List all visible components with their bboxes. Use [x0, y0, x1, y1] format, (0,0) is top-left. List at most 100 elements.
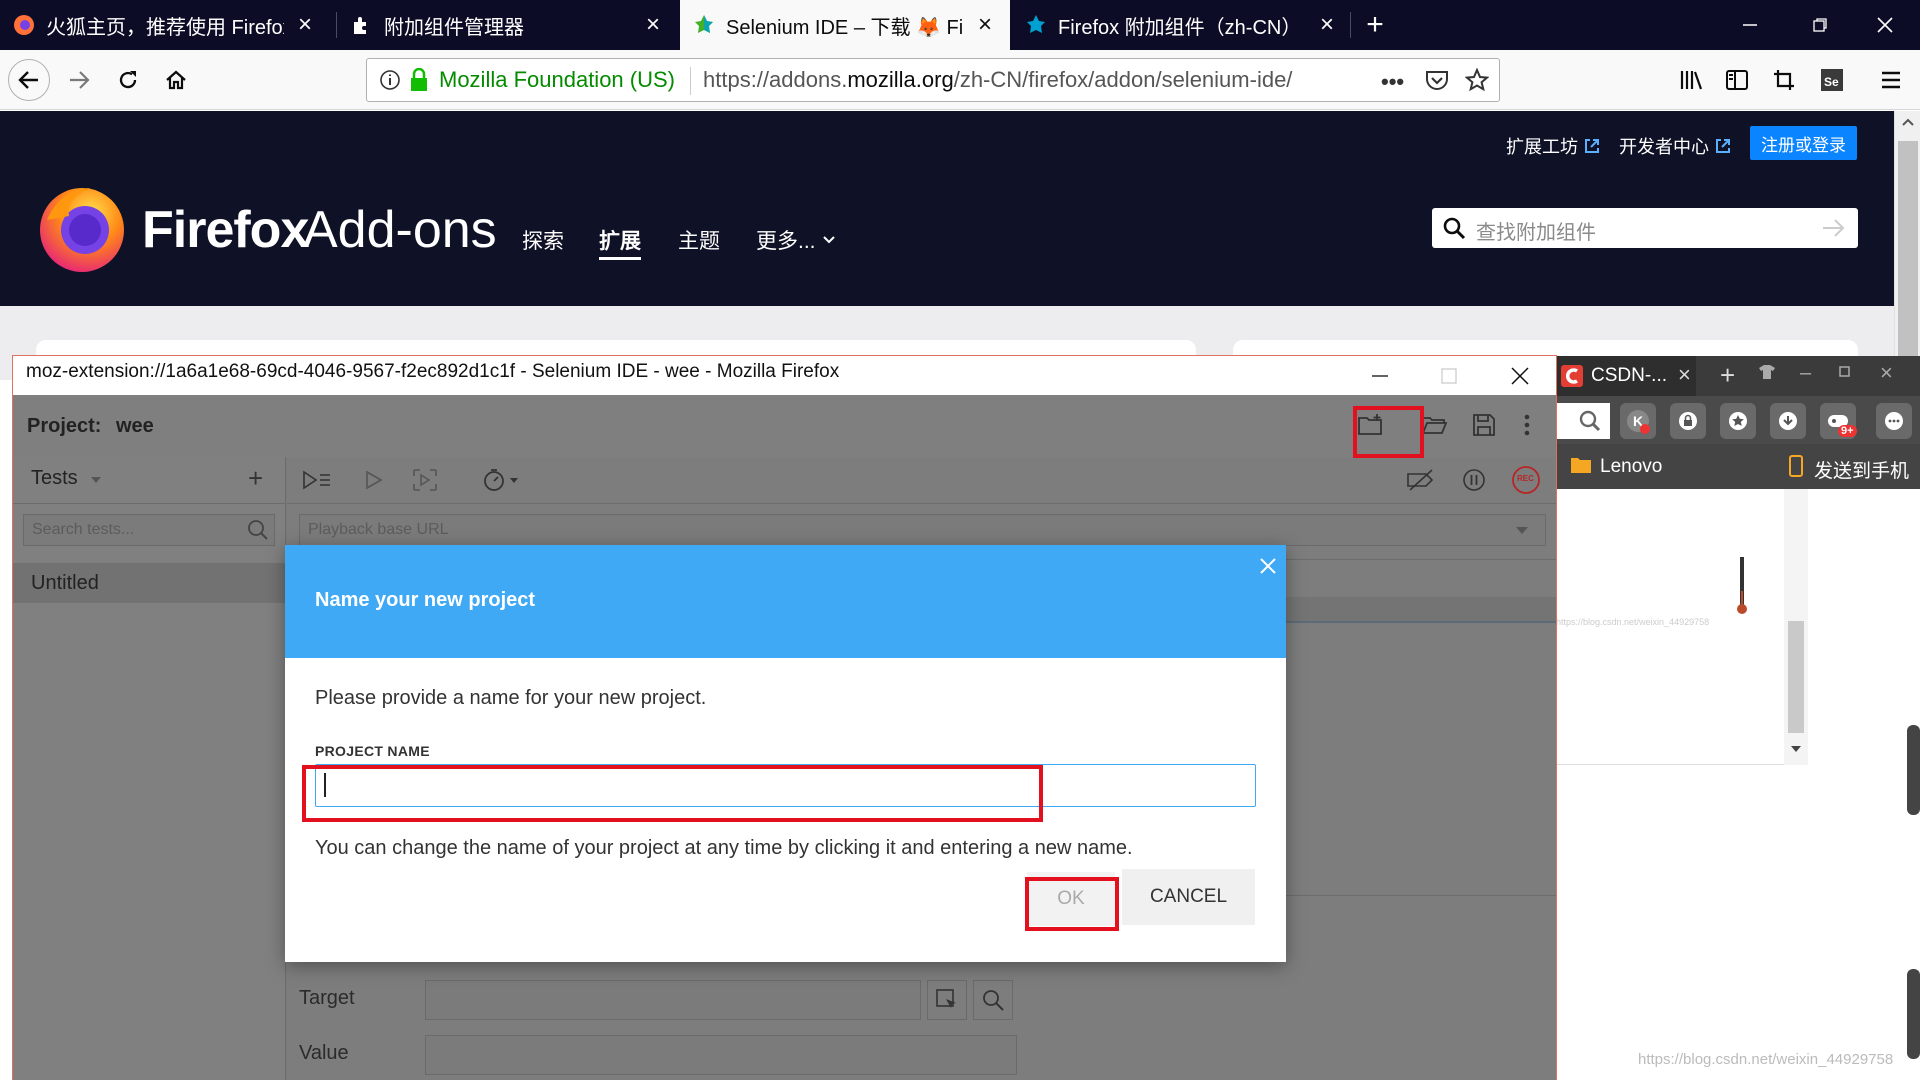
link-label: 开发者中心: [1619, 137, 1709, 157]
cancel-button[interactable]: CANCEL: [1122, 869, 1255, 925]
test-item-untitled[interactable]: Untitled: [13, 563, 286, 603]
hamburger-menu-icon[interactable]: [1870, 59, 1912, 101]
annotation-box-ok: [1025, 877, 1119, 931]
bookmark-folder-lenovo[interactable]: Lenovo: [1600, 456, 1662, 478]
csdn-bookmarks-bar: Lenovo 发送到手机: [1556, 444, 1920, 489]
search-tests-input[interactable]: Search tests...: [23, 514, 275, 546]
window-close-button[interactable]: ×: [1880, 360, 1893, 386]
ide-maximize-button[interactable]: [1415, 356, 1483, 395]
site-identity-label: Mozilla Foundation (US): [439, 67, 675, 92]
nav-extensions[interactable]: 扩展: [599, 225, 641, 260]
scroll-up-icon[interactable]: [1901, 117, 1915, 127]
more-icon[interactable]: [1876, 403, 1912, 439]
project-name[interactable]: wee: [116, 415, 154, 438]
step-over-icon[interactable]: [410, 465, 440, 495]
speed-timer-icon[interactable]: [480, 465, 524, 495]
run-all-tests-icon[interactable]: [302, 465, 332, 495]
selenium-icon: [692, 13, 716, 37]
lock-icon[interactable]: [1670, 403, 1706, 439]
pocket-icon[interactable]: [1425, 69, 1449, 91]
star-icon[interactable]: [1720, 403, 1756, 439]
nav-themes[interactable]: 主题: [678, 225, 720, 255]
url-text: https://addons.mozilla.org/zh-CN/firefox…: [703, 67, 1292, 93]
amo-search-box[interactable]: 查找附加组件: [1432, 208, 1858, 248]
nav-more-label: 更多...: [756, 230, 816, 253]
csdn-tab[interactable]: CSDN-...: [1556, 356, 1696, 396]
selenium-ide-toolbar-icon[interactable]: Se: [1811, 59, 1853, 101]
caret-down-icon[interactable]: [1516, 527, 1528, 534]
ide-close-button[interactable]: [1486, 356, 1554, 395]
select-target-icon[interactable]: [927, 980, 967, 1020]
add-test-button[interactable]: +: [248, 463, 263, 494]
nav-explore[interactable]: 探索: [522, 225, 564, 255]
disable-breakpoints-icon[interactable]: [1405, 465, 1437, 495]
rec-label: REC: [1517, 474, 1534, 483]
csdn-panel-scrollbar[interactable]: [1784, 489, 1808, 765]
puzzle-icon: [350, 13, 374, 37]
search-icon: [1442, 216, 1466, 240]
close-icon[interactable]: ×: [972, 11, 998, 38]
link-label: 扩展工坊: [1506, 137, 1578, 157]
target-input[interactable]: [425, 980, 921, 1020]
tab-addon-manager[interactable]: 附加组件管理器 ×: [338, 0, 678, 50]
csdn-page-area: https://blog.csdn.net/weixin_44929758 ht…: [1556, 489, 1920, 1080]
info-icon[interactable]: [379, 69, 401, 91]
send-to-phone-link[interactable]: 发送到手机: [1814, 456, 1909, 483]
caret-down-icon[interactable]: [91, 477, 101, 483]
value-input[interactable]: [425, 1035, 1017, 1075]
back-button[interactable]: [8, 59, 50, 101]
library-icon[interactable]: [1670, 59, 1712, 101]
tab-separator: [1350, 12, 1351, 38]
tab-firefox-home[interactable]: 火狐主页，推荐使用 Firefox 火 ×: [0, 0, 330, 50]
screenshot-crop-icon[interactable]: [1763, 59, 1805, 101]
nav-more[interactable]: 更多...: [756, 225, 836, 255]
extension-workshop-link[interactable]: 扩展工坊: [1506, 133, 1600, 159]
scroll-thumb[interactable]: [1788, 621, 1804, 733]
ide-minimize-button[interactable]: [1346, 356, 1414, 395]
notification-badge: 9+: [1838, 425, 1857, 437]
more-options-icon[interactable]: [1518, 409, 1536, 441]
page-actions-icon[interactable]: •••: [1381, 69, 1404, 95]
tests-dropdown-label[interactable]: Tests: [31, 467, 78, 490]
dialog-close-icon[interactable]: [1254, 552, 1282, 580]
find-target-icon[interactable]: [973, 980, 1013, 1020]
sidebar-icon[interactable]: [1716, 59, 1758, 101]
forward-button[interactable]: [58, 59, 100, 101]
run-current-test-icon[interactable]: [359, 465, 389, 495]
url-separator: [690, 67, 691, 95]
base-url-input[interactable]: Playback base URL: [299, 514, 1546, 546]
window-close-button[interactable]: [1850, 0, 1920, 50]
close-icon[interactable]: ×: [292, 11, 318, 38]
scroll-down-icon[interactable]: [1790, 745, 1802, 753]
external-link-icon: [1585, 139, 1599, 153]
save-project-icon[interactable]: [1468, 409, 1500, 441]
new-tab-button[interactable]: +: [1720, 360, 1735, 391]
shirt-icon[interactable]: [1758, 364, 1776, 380]
close-icon[interactable]: ×: [1314, 11, 1340, 38]
k-extension-icon[interactable]: K: [1620, 403, 1656, 439]
tab-amo-zh[interactable]: Firefox 附加组件（zh-CN） ×: [1012, 0, 1352, 50]
tab-selenium-download[interactable]: Selenium IDE – 下载 🦊 Firefox ×: [680, 0, 1010, 50]
record-button[interactable]: REC: [1510, 464, 1542, 496]
side-scroll-handle[interactable]: [1907, 969, 1920, 1059]
restore-button[interactable]: [1838, 364, 1852, 378]
arrow-right-icon[interactable]: [1822, 218, 1846, 238]
home-button[interactable]: [155, 59, 197, 101]
pause-on-exceptions-icon[interactable]: [1459, 465, 1489, 495]
minimize-button[interactable]: [1715, 0, 1785, 50]
reload-button[interactable]: [107, 59, 149, 101]
close-icon[interactable]: ×: [640, 11, 666, 38]
side-scroll-handle[interactable]: [1907, 725, 1920, 815]
tab-label: Firefox 附加组件（zh-CN）: [1058, 16, 1302, 39]
game-controller-icon[interactable]: 9+: [1820, 403, 1857, 439]
url-bar[interactable]: Mozilla Foundation (US) https://addons.m…: [366, 58, 1500, 102]
close-icon[interactable]: ×: [1678, 362, 1691, 388]
csdn-search-box[interactable]: [1556, 403, 1610, 439]
download-icon[interactable]: [1770, 403, 1806, 439]
new-tab-button[interactable]: +: [1355, 0, 1395, 50]
developer-hub-link[interactable]: 开发者中心: [1619, 133, 1731, 159]
minimize-button[interactable]: –: [1800, 362, 1811, 385]
bookmark-star-icon[interactable]: [1465, 68, 1489, 92]
restore-button[interactable]: [1785, 0, 1855, 50]
login-button[interactable]: 注册或登录: [1750, 126, 1857, 160]
